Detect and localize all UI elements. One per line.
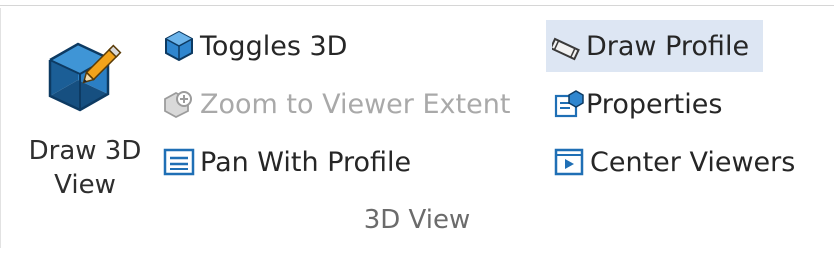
draw-3d-view-button[interactable]: Draw 3D View (14, 18, 156, 208)
center-viewers-icon (554, 148, 584, 176)
draw-profile-button[interactable]: Draw Profile (546, 20, 764, 72)
ribbon-group-label: 3D View (363, 205, 471, 235)
zoom-to-viewer-extent-button[interactable]: Zoom to Viewer Extent (162, 78, 510, 130)
properties-icon (554, 90, 584, 118)
toggles-3d-button[interactable]: Toggles 3D (162, 20, 347, 72)
pan-with-profile-label: Pan With Profile (200, 146, 412, 178)
ribbon-group-3d-view: Draw 3D View Toggles 3D Zoom to Viewer E… (0, 0, 834, 256)
center-viewers-label: Center Viewers (590, 146, 796, 178)
properties-button[interactable]: Properties (552, 78, 722, 130)
ribbon-top-divider (0, 5, 834, 6)
draw-3d-view-icon (48, 42, 122, 112)
pan-with-profile-button[interactable]: Pan With Profile (162, 136, 411, 188)
draw-3d-view-label: Draw 3D View (28, 136, 142, 200)
zoom-extent-icon (164, 91, 192, 119)
draw-profile-label: Draw Profile (586, 30, 750, 62)
pan-profile-icon (163, 148, 195, 176)
cube-icon (165, 30, 193, 62)
properties-label: Properties (586, 88, 723, 120)
toggles-3d-label: Toggles 3D (200, 30, 348, 62)
center-viewers-button[interactable]: Center Viewers (552, 136, 795, 188)
zoom-to-viewer-extent-label: Zoom to Viewer Extent (200, 88, 511, 120)
draw-profile-icon (552, 37, 580, 61)
